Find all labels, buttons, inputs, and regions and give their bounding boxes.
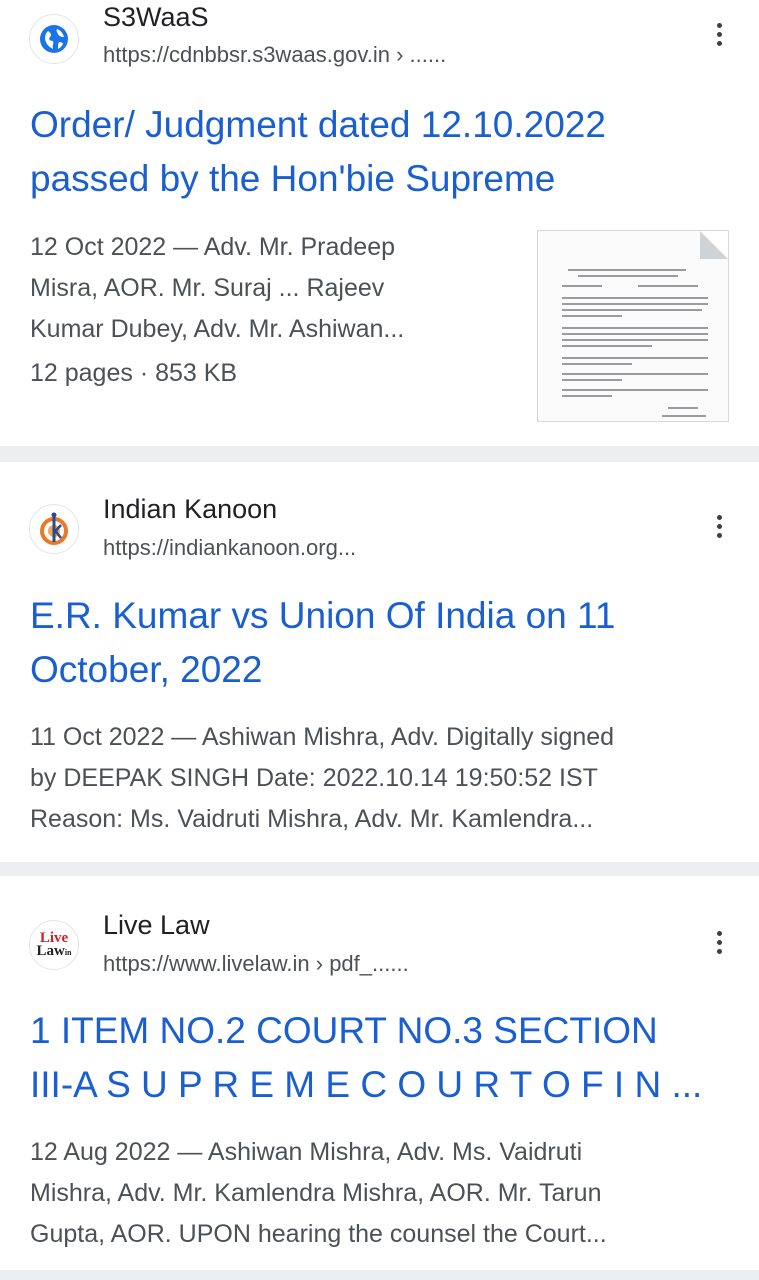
site-favicon: [29, 504, 79, 554]
site-url[interactable]: https://www.livelaw.in › pdf_......: [103, 951, 409, 977]
thumb-text-line: [562, 285, 602, 287]
document-meta: 12 pages · 853 KB: [30, 359, 238, 387]
thumb-text-line: [562, 379, 622, 381]
kebab-dot-icon: [716, 514, 722, 520]
snippet-line: Mishra, Adv. Mr. Kamlendra Mishra, AOR. …: [30, 1179, 602, 1207]
thumb-text-line: [562, 297, 708, 299]
kebab-dot-icon: [716, 40, 722, 46]
snippet-line: Gupta, AOR. UPON hearing the counsel the…: [30, 1220, 607, 1248]
snippet-line: 11 Oct 2022 — Ashiwan Mishra, Adv. Digit…: [30, 723, 615, 751]
site-url[interactable]: https://indiankanoon.org...: [103, 535, 356, 561]
result-divider: [0, 862, 759, 876]
thumb-text-line: [638, 285, 698, 287]
thumb-text-line: [562, 315, 622, 317]
live-law-logo: Live Lawin: [36, 930, 72, 959]
kebab-dot-icon: [716, 930, 722, 936]
result-snippet: 11 Oct 2022 — Ashiwan Mishra, Adv. Digit…: [30, 717, 614, 840]
snippet-line: Kumar Dubey, Adv. Mr. Ashiwan...: [30, 315, 405, 343]
logo-text: in: [64, 947, 72, 957]
thumb-text-line: [562, 303, 708, 305]
thumb-text-line: [562, 363, 632, 365]
site-name: Indian Kanoon: [103, 494, 278, 524]
site-name: Live Law: [103, 910, 210, 940]
kebab-dot-icon: [716, 523, 722, 529]
result-snippet: 12 Oct 2022 — Adv. Mr. Pradeep Misra, AO…: [30, 227, 404, 350]
site-favicon: [29, 14, 79, 64]
logo-text: Law: [36, 942, 65, 959]
thumb-text-line: [662, 415, 706, 417]
result-title-line[interactable]: October, 2022: [30, 643, 730, 697]
indian-kanoon-logo: [40, 512, 68, 545]
thumb-text-line: [578, 275, 678, 277]
thumb-text-line: [562, 309, 702, 311]
result-divider: [0, 446, 759, 462]
thumb-text-line: [668, 407, 698, 409]
search-result-s3waas[interactable]: S3WaaS https://cdnbbsr.s3waas.gov.in › .…: [0, 0, 759, 446]
snippet-line: Reason: Ms. Vaidruti Mishra, Adv. Mr. Ka…: [30, 805, 594, 833]
result-title[interactable]: Order/ Judgment dated 12.10.2022 passed …: [30, 98, 730, 206]
thumb-text-line: [568, 269, 686, 271]
more-options-button[interactable]: [706, 506, 732, 546]
result-title-line[interactable]: passed by the Hon'bie Supreme: [30, 152, 730, 206]
thumb-text-line: [562, 345, 652, 347]
page-fold-icon: [700, 231, 728, 259]
snippet-line: 12 Aug 2022 — Ashiwan Mishra, Adv. Ms. V…: [30, 1138, 583, 1166]
search-result-live-law[interactable]: Live Lawin Live Law https://www.livelaw.…: [0, 876, 759, 1270]
kebab-dot-icon: [716, 22, 722, 28]
pdf-thumbnail[interactable]: [537, 230, 729, 422]
result-snippet: 12 Aug 2022 — Ashiwan Mishra, Adv. Ms. V…: [30, 1132, 607, 1255]
thumb-text-line: [562, 333, 708, 335]
site-name: S3WaaS: [103, 2, 209, 32]
kebab-dot-icon: [716, 948, 722, 954]
result-title-line[interactable]: Order/ Judgment dated 12.10.2022: [30, 98, 730, 152]
kebab-dot-icon: [716, 532, 722, 538]
more-options-button[interactable]: [706, 14, 732, 54]
logo-text-row: Lawin: [36, 942, 72, 959]
thumb-text-line: [562, 339, 708, 341]
globe-icon: [40, 25, 68, 53]
thumb-text-line: [562, 327, 708, 329]
result-title[interactable]: 1 ITEM NO.2 COURT NO.3 SECTION III-A S U…: [30, 1004, 730, 1112]
snippet-line: by DEEPAK SINGH Date: 2022.10.14 19:50:5…: [30, 764, 598, 792]
result-title-line[interactable]: E.R. Kumar vs Union Of India on 11: [30, 589, 730, 643]
site-favicon: Live Lawin: [29, 920, 79, 970]
thumb-text-line: [562, 357, 708, 359]
kebab-dot-icon: [716, 939, 722, 945]
more-options-button[interactable]: [706, 922, 732, 962]
search-result-indian-kanoon[interactable]: Indian Kanoon https://indiankanoon.org..…: [0, 462, 759, 862]
snippet-line: 12 Oct 2022 — Adv. Mr. Pradeep: [30, 233, 396, 261]
result-title-line[interactable]: 1 ITEM NO.2 COURT NO.3 SECTION: [30, 1004, 730, 1058]
thumb-text-line: [562, 389, 708, 391]
thumb-text-line: [562, 373, 708, 375]
thumb-text-line: [562, 395, 612, 397]
result-title-line[interactable]: III-A S U P R E M E C O U R T O F I N ..…: [30, 1058, 730, 1112]
site-url[interactable]: https://cdnbbsr.s3waas.gov.in › ......: [103, 42, 446, 68]
snippet-line: Misra, AOR. Mr. Suraj ... Rajeev: [30, 274, 385, 302]
result-title[interactable]: E.R. Kumar vs Union Of India on 11 Octob…: [30, 589, 730, 697]
kebab-dot-icon: [716, 31, 722, 37]
result-divider: [0, 1270, 759, 1280]
